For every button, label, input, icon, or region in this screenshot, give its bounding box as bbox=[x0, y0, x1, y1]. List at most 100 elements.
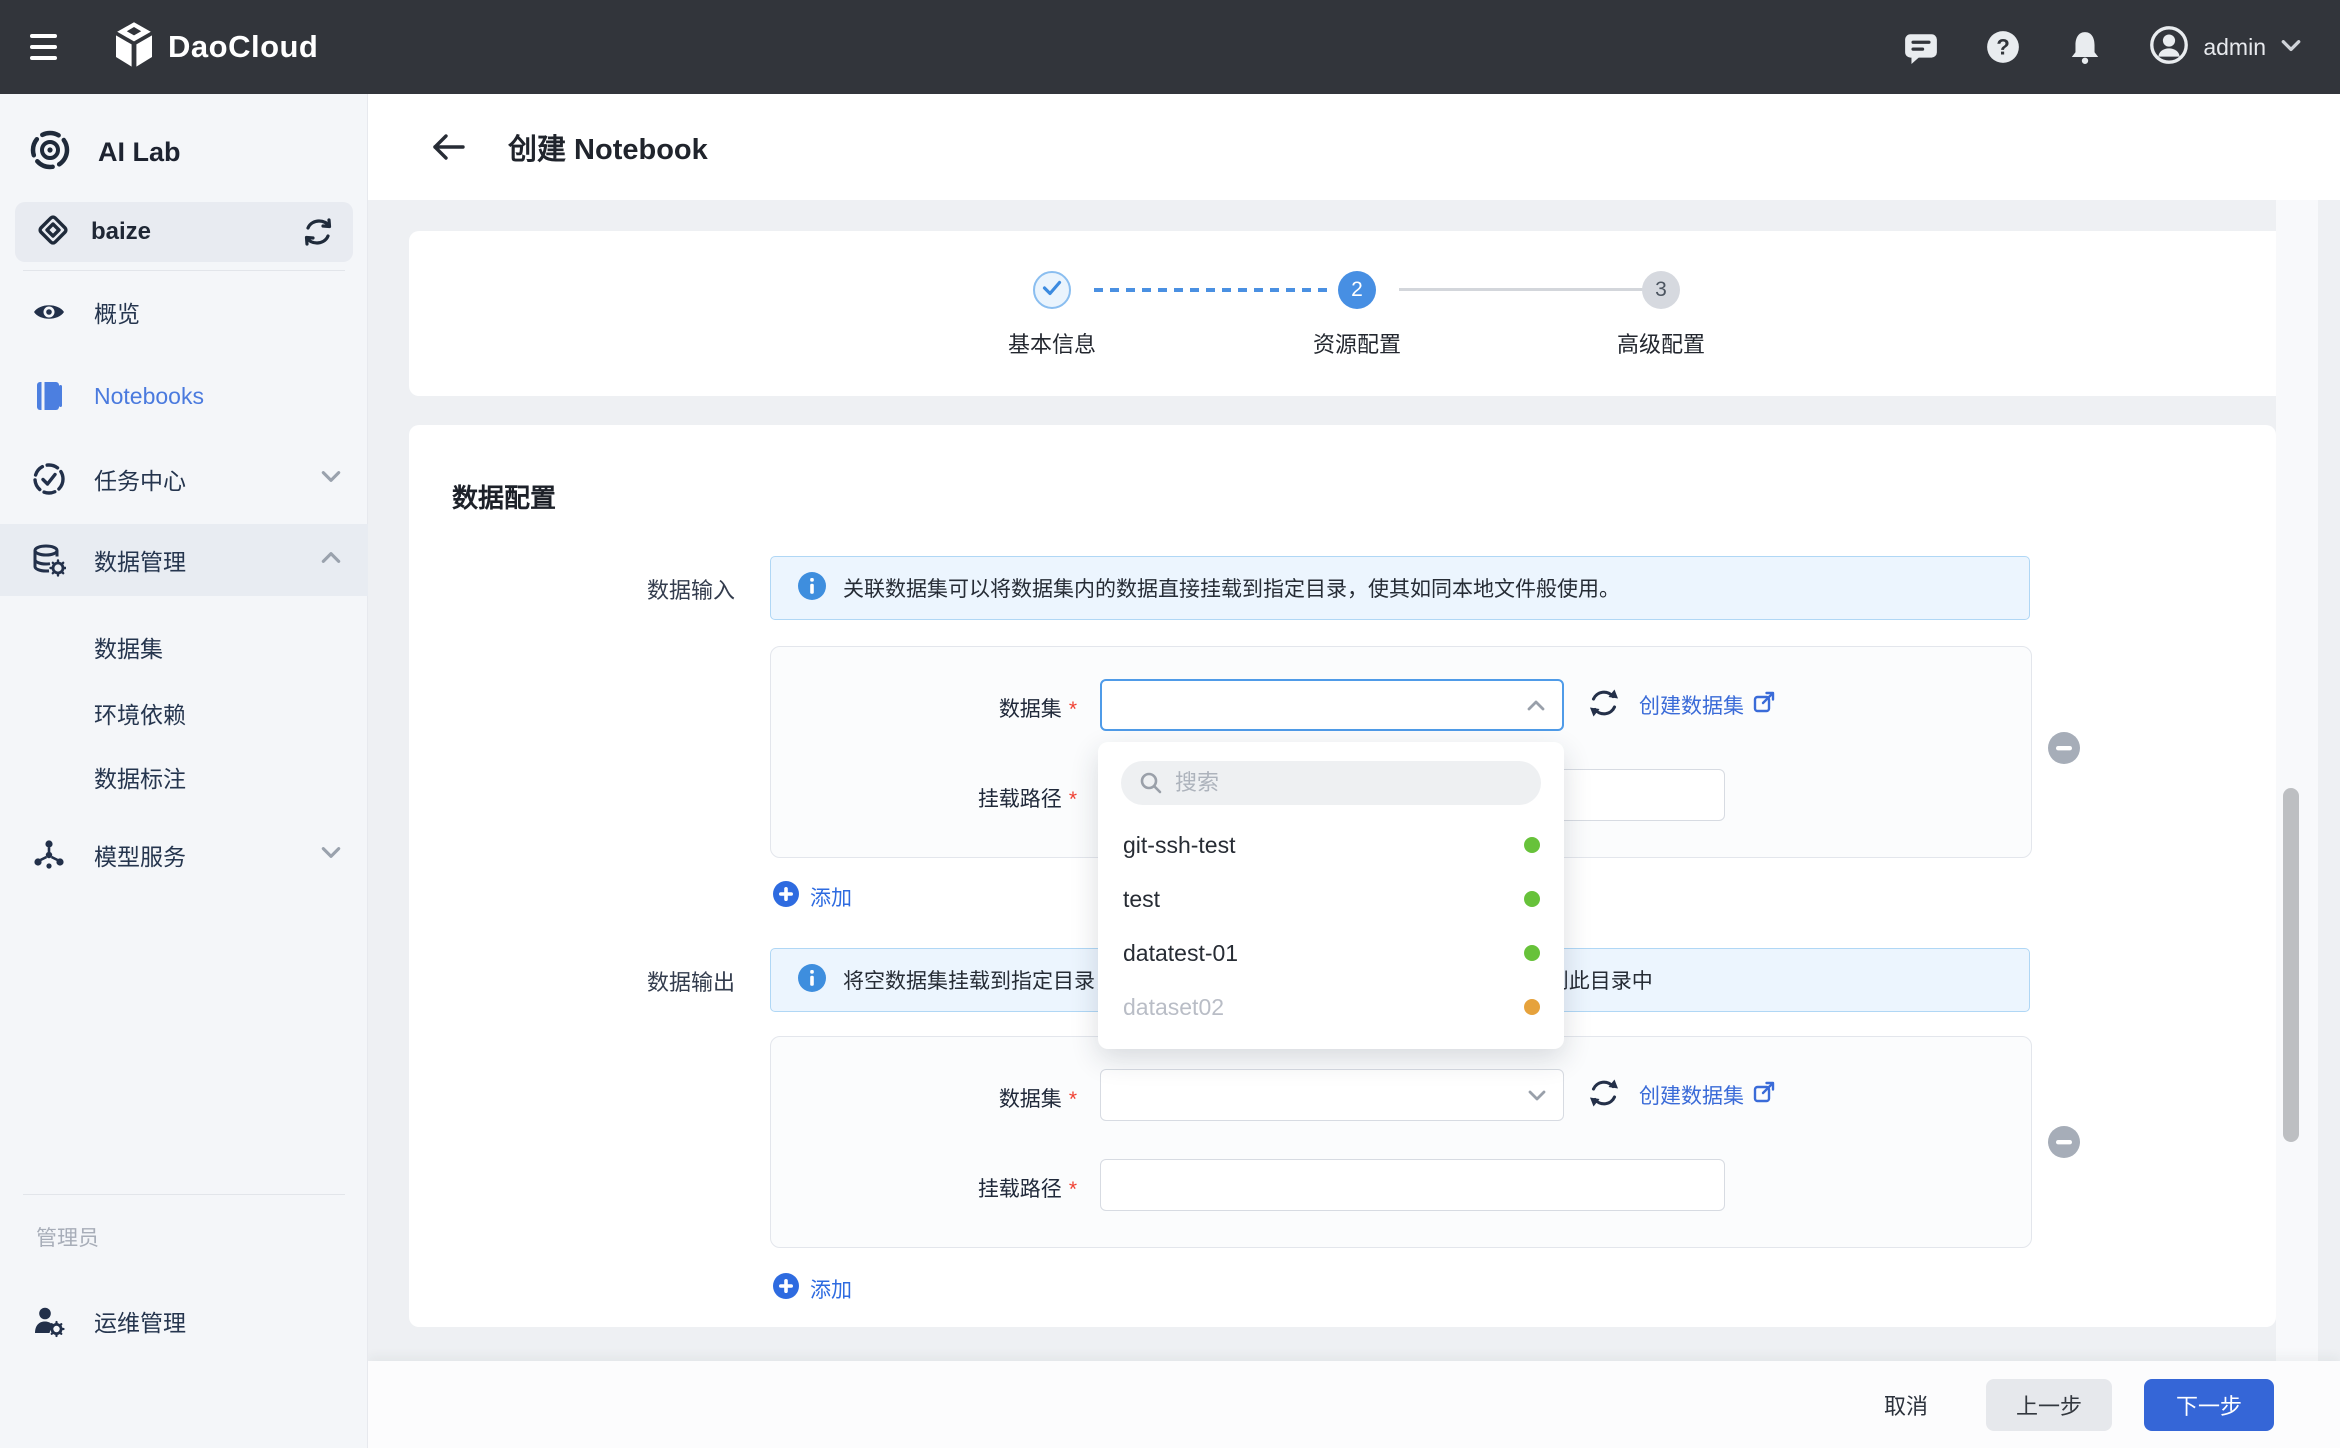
add-data-input-link[interactable]: 添加 bbox=[772, 880, 852, 913]
scrollbar-track bbox=[2276, 200, 2318, 1361]
mount-path-field-label: 挂载路径* bbox=[851, 783, 1077, 813]
data-input-label: 数据输入 bbox=[495, 573, 735, 605]
avatar-icon bbox=[2149, 25, 2189, 70]
sidebar-item-overview[interactable]: 概览 bbox=[0, 276, 368, 348]
step-connector-dashed bbox=[1094, 288, 1327, 292]
info-icon bbox=[797, 963, 827, 998]
dropdown-search[interactable] bbox=[1121, 761, 1541, 805]
chevron-down-icon bbox=[320, 469, 342, 489]
svg-text:?: ? bbox=[1997, 34, 2011, 59]
workspace-icon bbox=[35, 212, 71, 253]
dropdown-option-datatest-01[interactable]: datatest-01 bbox=[1098, 927, 1564, 979]
sidebar-subitem-data-annotation[interactable]: 数据标注 bbox=[94, 760, 186, 794]
topbar: DaoCloud ? bbox=[0, 0, 2340, 94]
sidebar-item-label: 运维管理 bbox=[94, 1304, 186, 1338]
refresh-icon[interactable] bbox=[1587, 1077, 1621, 1114]
status-dot bbox=[1524, 945, 1540, 961]
step-2-label: 资源配置 bbox=[1257, 327, 1457, 359]
step-1-done-circle[interactable] bbox=[1033, 271, 1071, 309]
sidebar-item-label: 任务中心 bbox=[94, 462, 186, 496]
workspace-selector[interactable]: baize bbox=[15, 202, 353, 262]
create-dataset-label: 创建数据集 bbox=[1639, 690, 1744, 720]
menu-toggle-icon[interactable] bbox=[30, 27, 70, 67]
add-data-output-link[interactable]: 添加 bbox=[772, 1272, 852, 1305]
step-number: 2 bbox=[1351, 278, 1363, 302]
step-3-label: 高级配置 bbox=[1561, 327, 1761, 359]
user-menu[interactable]: admin bbox=[2149, 25, 2302, 70]
chevron-up-icon bbox=[1526, 699, 1546, 712]
username: admin bbox=[2203, 34, 2266, 61]
model-nodes-icon bbox=[32, 838, 66, 872]
sidebar-item-model-services[interactable]: 模型服务 bbox=[0, 819, 368, 891]
user-gear-icon bbox=[32, 1304, 66, 1338]
plus-circle-icon bbox=[772, 1272, 800, 1305]
sidebar-item-label: 数据管理 bbox=[94, 543, 186, 577]
step-number: 3 bbox=[1655, 278, 1667, 302]
add-label: 添加 bbox=[810, 1274, 852, 1304]
sidebar: AI Lab baize bbox=[0, 94, 368, 1448]
required-marker: * bbox=[1069, 698, 1077, 721]
workspace-name: baize bbox=[91, 218, 151, 246]
option-label: datatest-01 bbox=[1123, 940, 1238, 967]
sidebar-divider bbox=[23, 1194, 345, 1195]
task-check-icon bbox=[32, 462, 66, 496]
option-label: git-ssh-test bbox=[1123, 832, 1235, 859]
sidebar-item-task-center[interactable]: 任务中心 bbox=[0, 443, 368, 515]
status-dot bbox=[1524, 837, 1540, 853]
step-1-label: 基本信息 bbox=[952, 327, 1152, 359]
sidebar-item-data-management[interactable]: 数据管理 bbox=[0, 524, 368, 596]
sidebar-subitem-datasets[interactable]: 数据集 bbox=[94, 630, 163, 664]
scrollbar-thumb[interactable] bbox=[2283, 788, 2299, 1142]
footer-actions: 取消 上一步 下一步 bbox=[368, 1361, 2340, 1448]
plus-circle-icon bbox=[772, 880, 800, 913]
dropdown-option-git-ssh-test[interactable]: git-ssh-test bbox=[1098, 819, 1564, 871]
dropdown-option-test[interactable]: test bbox=[1098, 873, 1564, 925]
info-icon bbox=[797, 571, 827, 606]
alert-text: 关联数据集可以将数据集内的数据直接挂载到指定目录，使其如同本地文件般使用。 bbox=[843, 573, 1620, 603]
notifications-bell-icon[interactable] bbox=[2067, 29, 2103, 65]
mount-path-field-label: 挂载路径* bbox=[851, 1173, 1077, 1203]
help-icon[interactable]: ? bbox=[1985, 29, 2021, 65]
back-arrow-icon[interactable] bbox=[430, 132, 466, 162]
search-icon bbox=[1139, 771, 1163, 795]
product-header: AI Lab bbox=[28, 128, 181, 177]
required-marker: * bbox=[1069, 1088, 1077, 1111]
workspace-switch-icon[interactable] bbox=[301, 217, 335, 247]
dropdown-search-input[interactable] bbox=[1175, 770, 1505, 796]
message-icon[interactable] bbox=[1903, 29, 1939, 65]
dropdown-option-dataset02[interactable]: dataset02 bbox=[1098, 981, 1564, 1033]
next-step-button[interactable]: 下一步 bbox=[2144, 1379, 2274, 1431]
sidebar-item-label: 概览 bbox=[94, 295, 140, 329]
remove-data-input-button[interactable] bbox=[2047, 731, 2081, 765]
sidebar-item-ops-management[interactable]: 运维管理 bbox=[0, 1285, 368, 1357]
brand-logo[interactable]: DaoCloud bbox=[112, 21, 318, 74]
step-3-pending-circle[interactable]: 3 bbox=[1642, 271, 1680, 309]
status-dot bbox=[1524, 891, 1540, 907]
create-dataset-link[interactable]: 创建数据集 bbox=[1639, 690, 1776, 720]
eye-icon bbox=[32, 300, 66, 324]
cancel-button[interactable]: 取消 bbox=[1884, 1379, 1928, 1431]
create-dataset-link[interactable]: 创建数据集 bbox=[1639, 1080, 1776, 1110]
user-chevron-down-icon bbox=[2280, 37, 2302, 58]
step-2-active-circle[interactable]: 2 bbox=[1338, 271, 1376, 309]
sidebar-divider bbox=[23, 270, 345, 271]
dataset-field-label: 数据集* bbox=[851, 693, 1077, 723]
brand-name: DaoCloud bbox=[168, 29, 318, 65]
create-dataset-label: 创建数据集 bbox=[1639, 1080, 1744, 1110]
page-title: 创建 Notebook bbox=[508, 126, 708, 168]
dataset-select-output[interactable] bbox=[1100, 1069, 1564, 1121]
option-label: dataset02 bbox=[1123, 994, 1224, 1021]
topbar-actions: ? admin bbox=[1903, 25, 2302, 70]
required-marker: * bbox=[1069, 788, 1077, 811]
sidebar-subitem-env-deps[interactable]: 环境依赖 bbox=[94, 696, 186, 730]
dataset-select-input[interactable] bbox=[1100, 679, 1564, 731]
product-name: AI Lab bbox=[98, 137, 181, 168]
refresh-icon[interactable] bbox=[1587, 687, 1621, 724]
mount-path-input[interactable] bbox=[1100, 1159, 1725, 1211]
remove-data-output-button[interactable] bbox=[2047, 1125, 2081, 1159]
external-link-icon bbox=[1752, 1080, 1776, 1110]
check-icon bbox=[1042, 280, 1062, 301]
chevron-down-icon bbox=[320, 845, 342, 865]
sidebar-item-notebooks[interactable]: Notebooks bbox=[0, 360, 368, 432]
previous-step-button[interactable]: 上一步 bbox=[1986, 1379, 2112, 1431]
